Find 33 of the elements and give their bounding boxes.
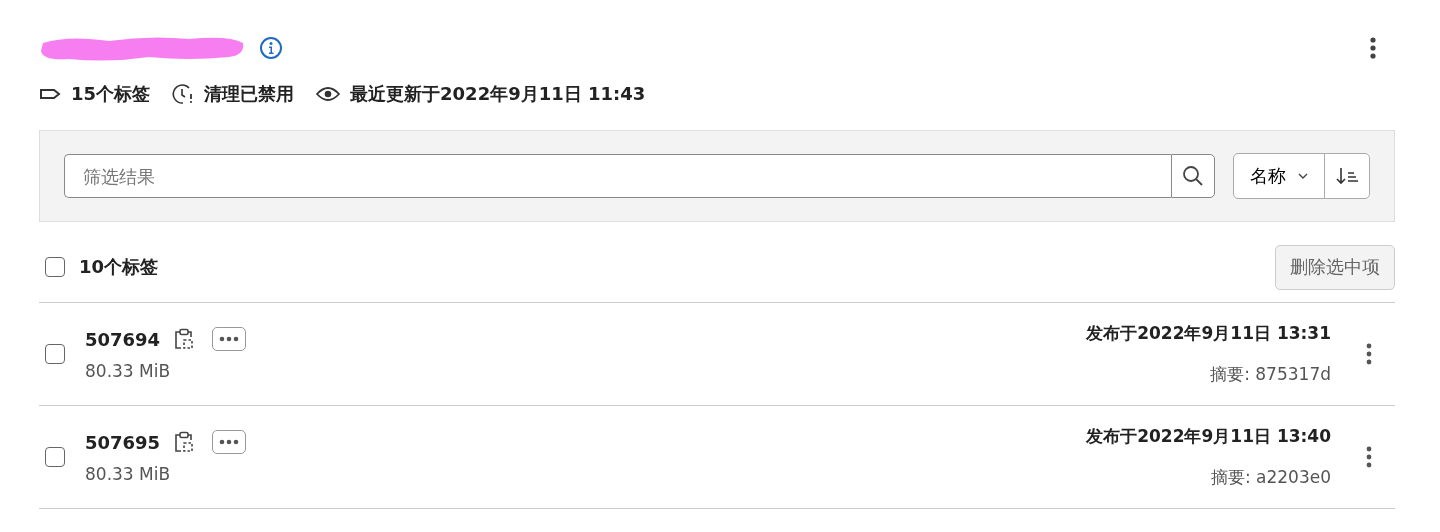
published-date: 发布于2022年9月11日 13:40 [1086, 425, 1331, 448]
ellipsis-button[interactable] [212, 327, 247, 351]
clock-icon [172, 83, 195, 105]
more-icon[interactable] [1369, 36, 1377, 60]
ellipsis-icon [219, 336, 240, 342]
clipboard-icon[interactable] [174, 328, 195, 350]
ellipsis-button[interactable] [212, 430, 247, 454]
search-field[interactable]: 筛选结果 [64, 154, 1171, 198]
image-size: 80.33 MiB [85, 464, 172, 484]
chevron-icon [1298, 173, 1308, 179]
meta-text: 最近更新于2022年9月11日 11:43 [350, 82, 646, 106]
digest-text: 摘要: a2203e0 [1210, 466, 1331, 489]
meta-text: 15个标签 [71, 82, 151, 106]
meta-text: 清理已禁用 [204, 82, 295, 106]
tag-name: 507694 [85, 328, 161, 350]
sort-icon [1336, 167, 1358, 185]
tag-count: 10个标签 [79, 255, 159, 279]
ellipsis-icon [219, 439, 240, 445]
row-checkbox[interactable] [45, 344, 65, 364]
tag-name: 507695 [85, 431, 161, 453]
search-icon [1182, 165, 1204, 187]
search-button[interactable] [1171, 154, 1215, 198]
row-checkbox[interactable] [45, 447, 65, 467]
info-icon[interactable] [259, 36, 283, 60]
more-icon[interactable] [1365, 342, 1373, 366]
digest-text: 摘要: 875317d [1210, 363, 1331, 386]
select-all-checkbox[interactable] [45, 257, 65, 277]
image-size: 80.33 MiB [85, 361, 172, 381]
more-icon[interactable] [1365, 445, 1373, 469]
clipboard-icon[interactable] [174, 431, 195, 453]
eye-icon [316, 86, 341, 102]
published-date: 发布于2022年9月11日 13:31 [1086, 322, 1331, 345]
tag-icon [39, 88, 61, 100]
